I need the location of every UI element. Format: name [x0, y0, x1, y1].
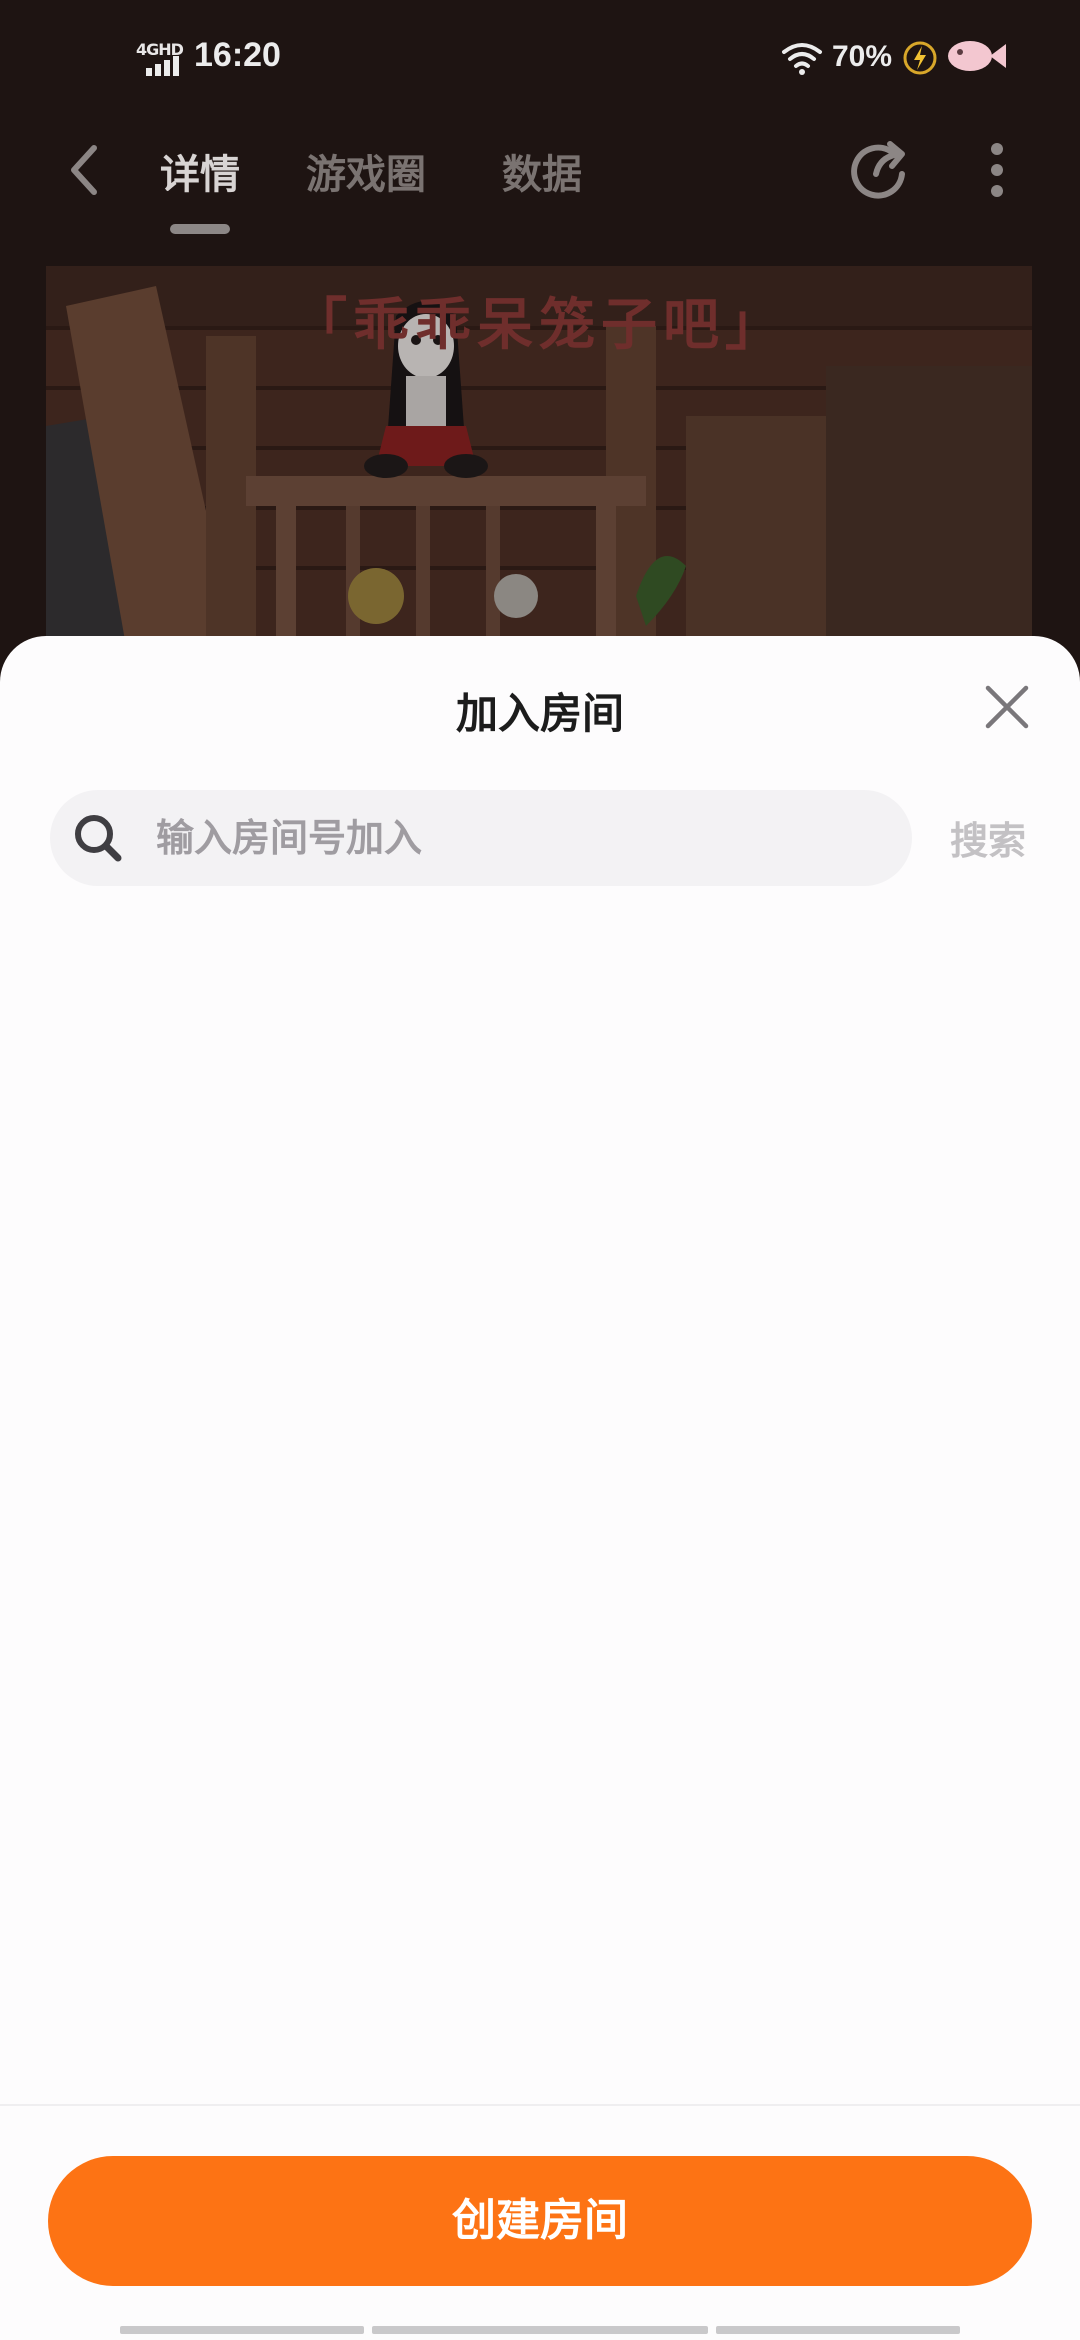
join-room-sheet: 加入房间 搜索 创建房间: [0, 636, 1080, 2340]
search-icon: [75, 815, 122, 862]
search-button[interactable]: 搜索: [950, 810, 1026, 865]
screen: 4GHD 16:20 70% 详情 游戏圈 数据 「乖乖呆笼子吧」 加入房间 输…: [0, 0, 1080, 2340]
create-room-button[interactable]: 创建房间: [48, 2156, 1032, 2286]
nav-gesture-bar-left: [120, 2326, 364, 2334]
sheet-title: 加入房间: [455, 689, 624, 738]
divider: [0, 2104, 1080, 2106]
close-icon[interactable]: [982, 682, 1032, 732]
room-number-input[interactable]: [156, 790, 886, 886]
nav-gesture-bar-right: [716, 2326, 960, 2334]
search-box: [50, 790, 912, 886]
dim-overlay[interactable]: [0, 0, 1080, 636]
nav-gesture-bar-center: [372, 2326, 708, 2334]
